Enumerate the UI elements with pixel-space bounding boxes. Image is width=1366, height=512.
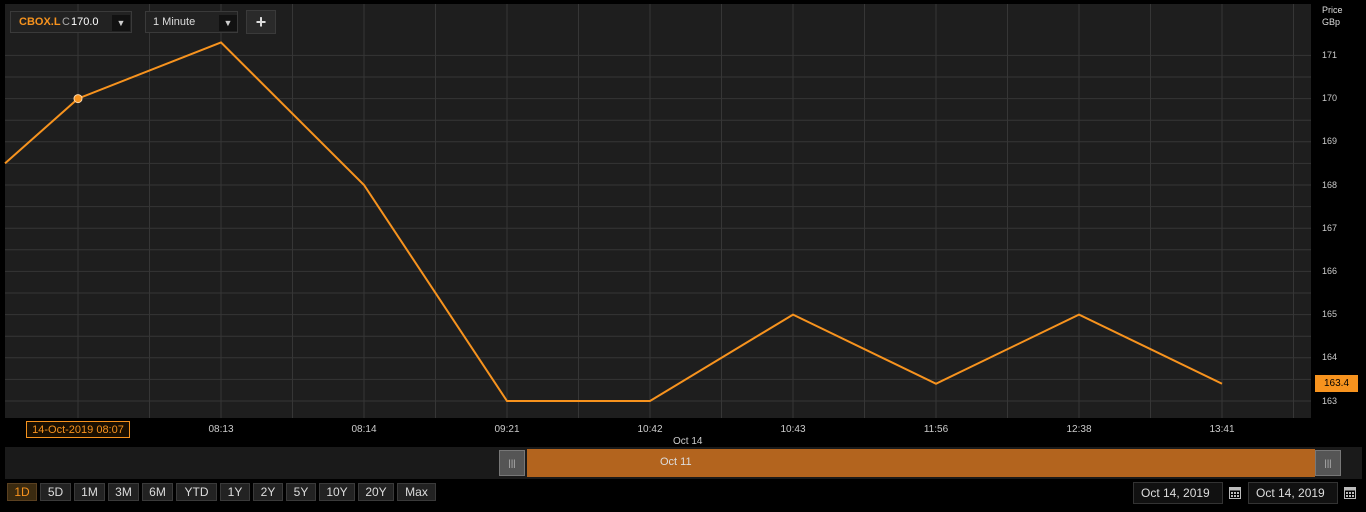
price-series <box>4 41 1223 402</box>
symbol-selector[interactable]: CBOX.L C 170.0 ▼ <box>10 11 132 33</box>
range-button-max[interactable]: Max <box>397 483 436 501</box>
y-tick-label: 169 <box>1322 136 1338 146</box>
y-tick-label: 168 <box>1322 180 1338 190</box>
highlighted-data-point[interactable] <box>73 94 83 104</box>
y-tick-label: 165 <box>1322 309 1338 319</box>
x-tick-label: 11:56 <box>923 424 949 435</box>
date-to-field[interactable]: Oct 14, 2019 <box>1248 482 1338 504</box>
range-button-10y[interactable]: 10Y <box>319 483 355 501</box>
range-button-20y[interactable]: 20Y <box>358 483 394 501</box>
crosshair-date-badge: 14-Oct-2019 08:07 <box>26 421 130 438</box>
range-button-5d[interactable]: 5D <box>40 483 71 501</box>
calendar-icon[interactable] <box>1229 486 1241 499</box>
grid <box>5 4 1311 418</box>
x-tick-label: 10:42 <box>637 424 663 435</box>
navigator-right-handle[interactable]: ||| <box>1315 450 1341 476</box>
x-tick-label: 13:41 <box>1209 424 1235 435</box>
date-separator-label: Oct 14 <box>673 436 703 447</box>
y-tick-label: 166 <box>1322 266 1338 276</box>
price-axis-unit: GBp <box>1322 17 1341 27</box>
x-tick-label: 08:13 <box>208 424 234 435</box>
add-series-button[interactable]: + <box>246 10 276 34</box>
price-axis-header: Price GBp <box>1322 4 1343 28</box>
range-button-1m[interactable]: 1M <box>74 483 105 501</box>
interval-label: 1 Minute <box>153 16 196 28</box>
range-button-2y[interactable]: 2Y <box>253 483 283 501</box>
range-button-1d[interactable]: 1D <box>7 483 37 501</box>
range-button-ytd[interactable]: YTD <box>176 483 217 501</box>
range-button-5y[interactable]: 5Y <box>286 483 316 501</box>
range-button-1y[interactable]: 1Y <box>220 483 250 501</box>
y-tick-label: 170 <box>1322 93 1338 103</box>
y-tick-label: 164 <box>1322 352 1338 362</box>
x-tick-label: 12:38 <box>1066 424 1092 435</box>
price-line <box>4 41 1223 402</box>
date-from-field[interactable]: Oct 14, 2019 <box>1133 482 1223 504</box>
price-axis-title: Price <box>1322 5 1343 15</box>
x-tick-label: 10:43 <box>780 424 806 435</box>
close-prefix: C <box>62 16 70 28</box>
chevron-down-icon[interactable]: ▼ <box>112 15 130 31</box>
last-price-badge: 163.4 <box>1315 375 1358 392</box>
chart-app: CBOX.L C 170.0 ▼ 1 Minute ▼ + Price GBp … <box>0 0 1366 512</box>
close-value: 170.0 <box>71 16 99 28</box>
range-button-3m[interactable]: 3M <box>108 483 139 501</box>
y-tick-label: 167 <box>1322 223 1338 233</box>
x-tick-label: 09:21 <box>494 424 520 435</box>
navigator-left-handle[interactable]: ||| <box>499 450 525 476</box>
symbol-label: CBOX.L <box>19 16 61 28</box>
interval-selector[interactable]: 1 Minute ▼ <box>145 11 238 33</box>
navigator-date-label: Oct 11 <box>660 456 692 468</box>
y-tick-label: 171 <box>1322 50 1338 60</box>
calendar-icon[interactable] <box>1344 486 1356 499</box>
chevron-down-icon[interactable]: ▼ <box>219 15 237 31</box>
x-tick-label: 08:14 <box>351 424 377 435</box>
range-button-6m[interactable]: 6M <box>142 483 173 501</box>
y-tick-label: 163 <box>1322 396 1338 406</box>
navigator-selection-window[interactable] <box>527 449 1315 477</box>
